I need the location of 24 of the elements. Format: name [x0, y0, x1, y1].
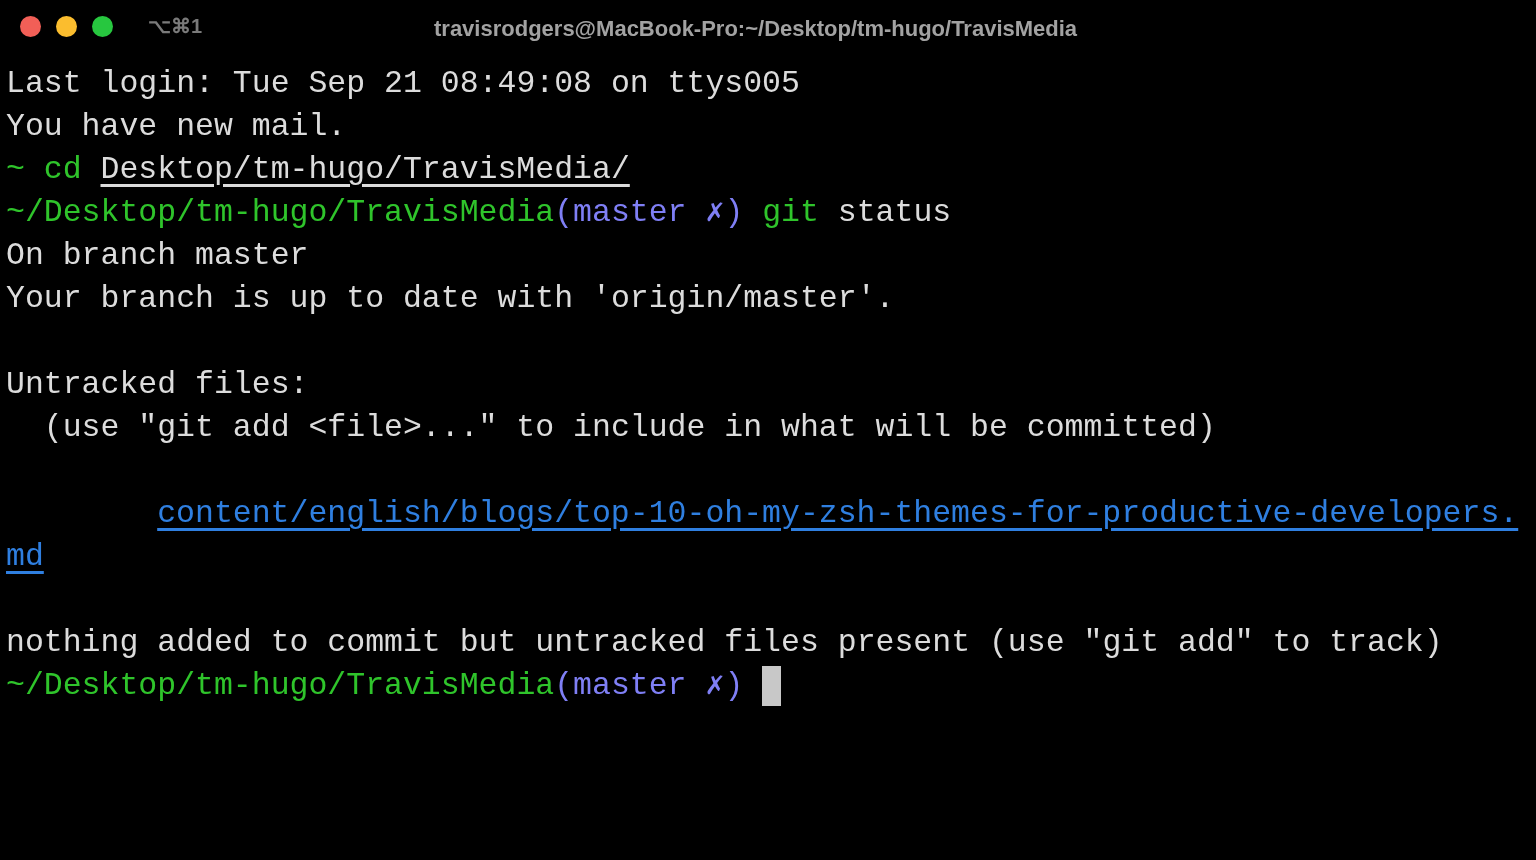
command-text: git [762, 194, 819, 232]
zoom-button[interactable] [92, 15, 113, 37]
output-text: On branch master [6, 237, 309, 275]
output-text: Last login: Tue Sep 21 08:49:08 on ttys005 [6, 65, 800, 103]
window-title: travisrodgers@MacBook-Pro:~/Desktop/tm-hugo/TravisMedia [434, 15, 1078, 43]
git-branch-label: (master ✗) [554, 194, 744, 232]
git-branch-label: (master ✗) [554, 667, 744, 705]
output-text: You have new mail. [6, 108, 347, 146]
terminal-cursor [762, 665, 782, 706]
untracked-file-path: content/english/blogs/top-10-oh-my-zsh-themes-for-productive-developers. [157, 495, 1520, 533]
output-text: status [837, 194, 952, 232]
output-text: nothing added to commit but untracked files present (use "git add" to track) [6, 624, 1443, 662]
prompt-path: ~ [6, 151, 25, 189]
close-button[interactable] [20, 15, 41, 37]
output-text: Untracked files: [6, 366, 309, 404]
untracked-file-path: md [6, 538, 45, 576]
output-text: Your branch is up to date with 'origin/master'. [6, 280, 895, 318]
tab-shortcut: ⌥⌘1 [148, 14, 203, 39]
output-text: (use "git add <file>..." to include in what will be committed) [43, 409, 1216, 447]
prompt-path: ~/Desktop/tm-hugo/TravisMedia [6, 667, 555, 705]
prompt-path: ~/Desktop/tm-hugo/TravisMedia [6, 194, 555, 232]
minimize-button[interactable] [56, 15, 77, 37]
path-argument: Desktop/tm-hugo/TravisMedia/ [100, 151, 631, 189]
command-text: cd [43, 151, 82, 189]
